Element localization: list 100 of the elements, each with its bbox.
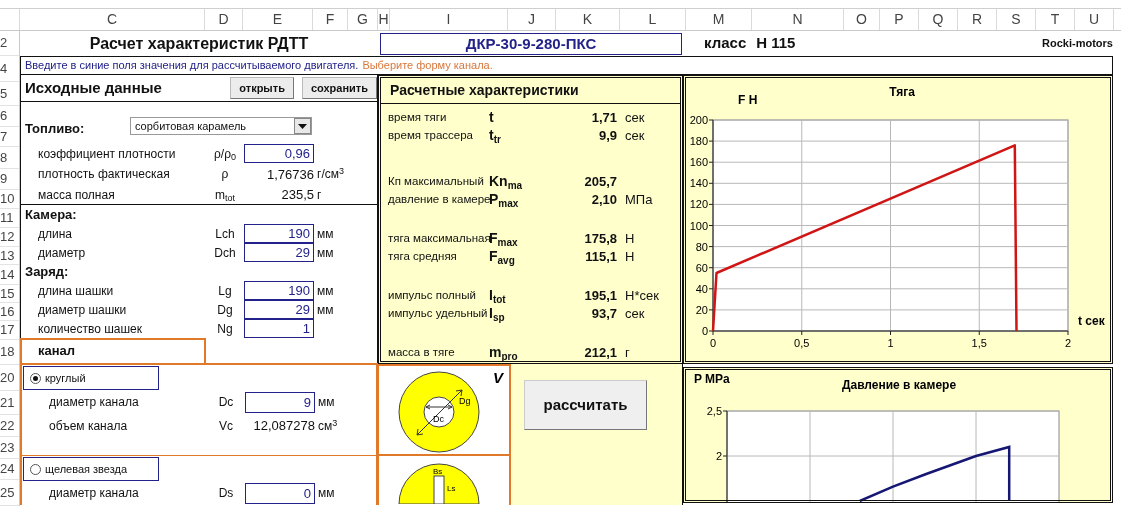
field-label: количество шашек xyxy=(37,321,144,338)
column-header[interactable]: I xyxy=(390,9,508,30)
symbol-label: Lg xyxy=(217,283,233,300)
row-header[interactable]: 14 xyxy=(0,264,15,285)
calculate-button[interactable]: рассчитать xyxy=(524,380,647,430)
class-label: класс xyxy=(704,33,747,54)
row-header[interactable]: 4 xyxy=(0,58,8,79)
diagram-cell[interactable]: Bs Ls xyxy=(379,456,509,505)
panel-title: Расчетные характеристики xyxy=(381,76,680,104)
action-button[interactable]: сохранить xyxy=(301,77,377,100)
field-label: диаметр канала xyxy=(48,394,140,411)
symbol-label: m$_{pro}$ xyxy=(489,343,519,363)
row-header[interactable]: 20 xyxy=(0,367,15,388)
row-header[interactable]: 24 xyxy=(0,459,15,479)
column-header[interactable]: U xyxy=(1075,9,1114,30)
column-header[interactable]: T xyxy=(1036,9,1075,30)
column-header[interactable]: L xyxy=(620,9,686,30)
input-field[interactable]: 0 xyxy=(245,482,315,504)
row-header[interactable]: 9 xyxy=(0,169,8,189)
row-header[interactable]: 7 xyxy=(0,126,8,147)
unit-label: г xyxy=(624,343,631,362)
row-header[interactable]: 13 xyxy=(0,245,15,266)
input-field[interactable]: 9 xyxy=(245,391,315,413)
field-label: длина xyxy=(37,226,73,243)
tick-label: 200 xyxy=(689,114,708,126)
unit-label: мм xyxy=(317,485,336,502)
input-field[interactable]: 190 xyxy=(244,281,314,301)
row-header[interactable]: 6 xyxy=(0,106,8,126)
row-header[interactable]: 17 xyxy=(0,320,15,340)
input-field[interactable]: 29 xyxy=(244,300,314,320)
section-label: Камера: xyxy=(24,206,78,225)
row-header[interactable]: 23 xyxy=(0,437,15,458)
row-header[interactable]: 12 xyxy=(0,227,15,247)
unit-label: МПа xyxy=(624,190,654,209)
radio-option[interactable]: щелевая звезда xyxy=(23,457,159,481)
column-header[interactable]: K xyxy=(556,9,620,30)
input-field[interactable]: 190 xyxy=(244,224,314,244)
symbol-label: I$_{sp}$ xyxy=(489,304,506,324)
radio-button[interactable] xyxy=(30,372,41,384)
row-header[interactable]: 11 xyxy=(0,208,14,228)
tick-label: 0,5 xyxy=(794,337,810,349)
tick-label: 2 xyxy=(715,450,722,462)
column-header[interactable]: F xyxy=(313,9,348,30)
column-header[interactable]: O xyxy=(844,9,880,30)
symbol-label: Vc xyxy=(218,418,234,435)
column-header[interactable]: G xyxy=(348,9,378,30)
row-header[interactable]: 25 xyxy=(0,482,15,503)
result-value: 93,7 xyxy=(590,304,617,323)
diagram-cell[interactable]: Dg Dc V xyxy=(379,366,509,456)
action-button[interactable]: открыть xyxy=(230,77,294,100)
unit-label: мм xyxy=(316,226,335,243)
result-value: 1,71 xyxy=(590,108,617,127)
row-header[interactable]: 18 xyxy=(0,342,15,362)
result-value: 9,9 xyxy=(597,126,617,145)
column-header[interactable]: D xyxy=(205,9,243,30)
row-header[interactable]: 5 xyxy=(0,83,8,104)
input-field[interactable]: 0,96 xyxy=(244,144,314,164)
column-header[interactable]: E xyxy=(243,9,313,30)
tick-label: 160 xyxy=(689,156,708,169)
symbol-label: Dc xyxy=(217,394,235,411)
column-header[interactable]: J xyxy=(508,9,556,30)
field-label: диаметр канала xyxy=(48,485,140,502)
column-header[interactable]: C xyxy=(20,9,205,30)
symbol-label: Dg xyxy=(216,302,234,319)
field-label: плотность фактическая xyxy=(37,166,171,184)
row-header[interactable]: 10 xyxy=(0,189,15,209)
row-header[interactable]: 22 xyxy=(0,415,15,436)
unit-label: г/см$^{3}$ xyxy=(316,165,345,184)
symbol-label: F$_{avg}$ xyxy=(489,247,516,267)
column-header[interactable]: S xyxy=(997,9,1036,30)
column-header[interactable]: Q xyxy=(919,9,958,30)
column-header[interactable]: N xyxy=(752,9,844,30)
column-header[interactable]: P xyxy=(880,9,919,30)
fuel-dropdown[interactable]: сорбитовая карамель xyxy=(130,117,312,136)
brand-label: Rocki-motors xyxy=(1042,36,1114,52)
symbol-label: t xyxy=(489,108,495,127)
row-header[interactable]: 15 xyxy=(0,283,15,304)
radio-button[interactable] xyxy=(30,463,41,475)
chart-title: Тяга xyxy=(889,85,915,99)
input-field[interactable]: 29 xyxy=(244,243,314,263)
row-header[interactable]: 2 xyxy=(0,33,8,53)
tick-label: 1,5 xyxy=(971,337,987,349)
row-header[interactable]: 21 xyxy=(0,392,15,413)
symbol-label: I$_{tot}$ xyxy=(489,286,507,306)
value-text: 235,5 xyxy=(280,186,314,205)
symbol-label: Kn$_{ma}$ xyxy=(489,172,524,192)
column-header[interactable]: R xyxy=(958,9,997,30)
column-header[interactable]: H xyxy=(378,9,390,30)
result-label: тяга средняя xyxy=(388,248,458,264)
column-header[interactable]: M xyxy=(686,9,752,30)
row-header[interactable]: 16 xyxy=(0,301,15,322)
result-label: давление в камере xyxy=(388,191,489,207)
input-field[interactable]: 1 xyxy=(244,319,314,339)
result-label: тяга максимальная xyxy=(388,230,489,246)
field-label: диаметр шашки xyxy=(37,302,128,319)
radio-option[interactable]: круглый xyxy=(23,366,159,390)
unit-label: см$^{3}$ xyxy=(317,417,339,435)
row-header[interactable]: 8 xyxy=(0,147,8,168)
value-text: 12,087278 xyxy=(252,417,315,436)
class-value: H 115 xyxy=(756,33,796,54)
